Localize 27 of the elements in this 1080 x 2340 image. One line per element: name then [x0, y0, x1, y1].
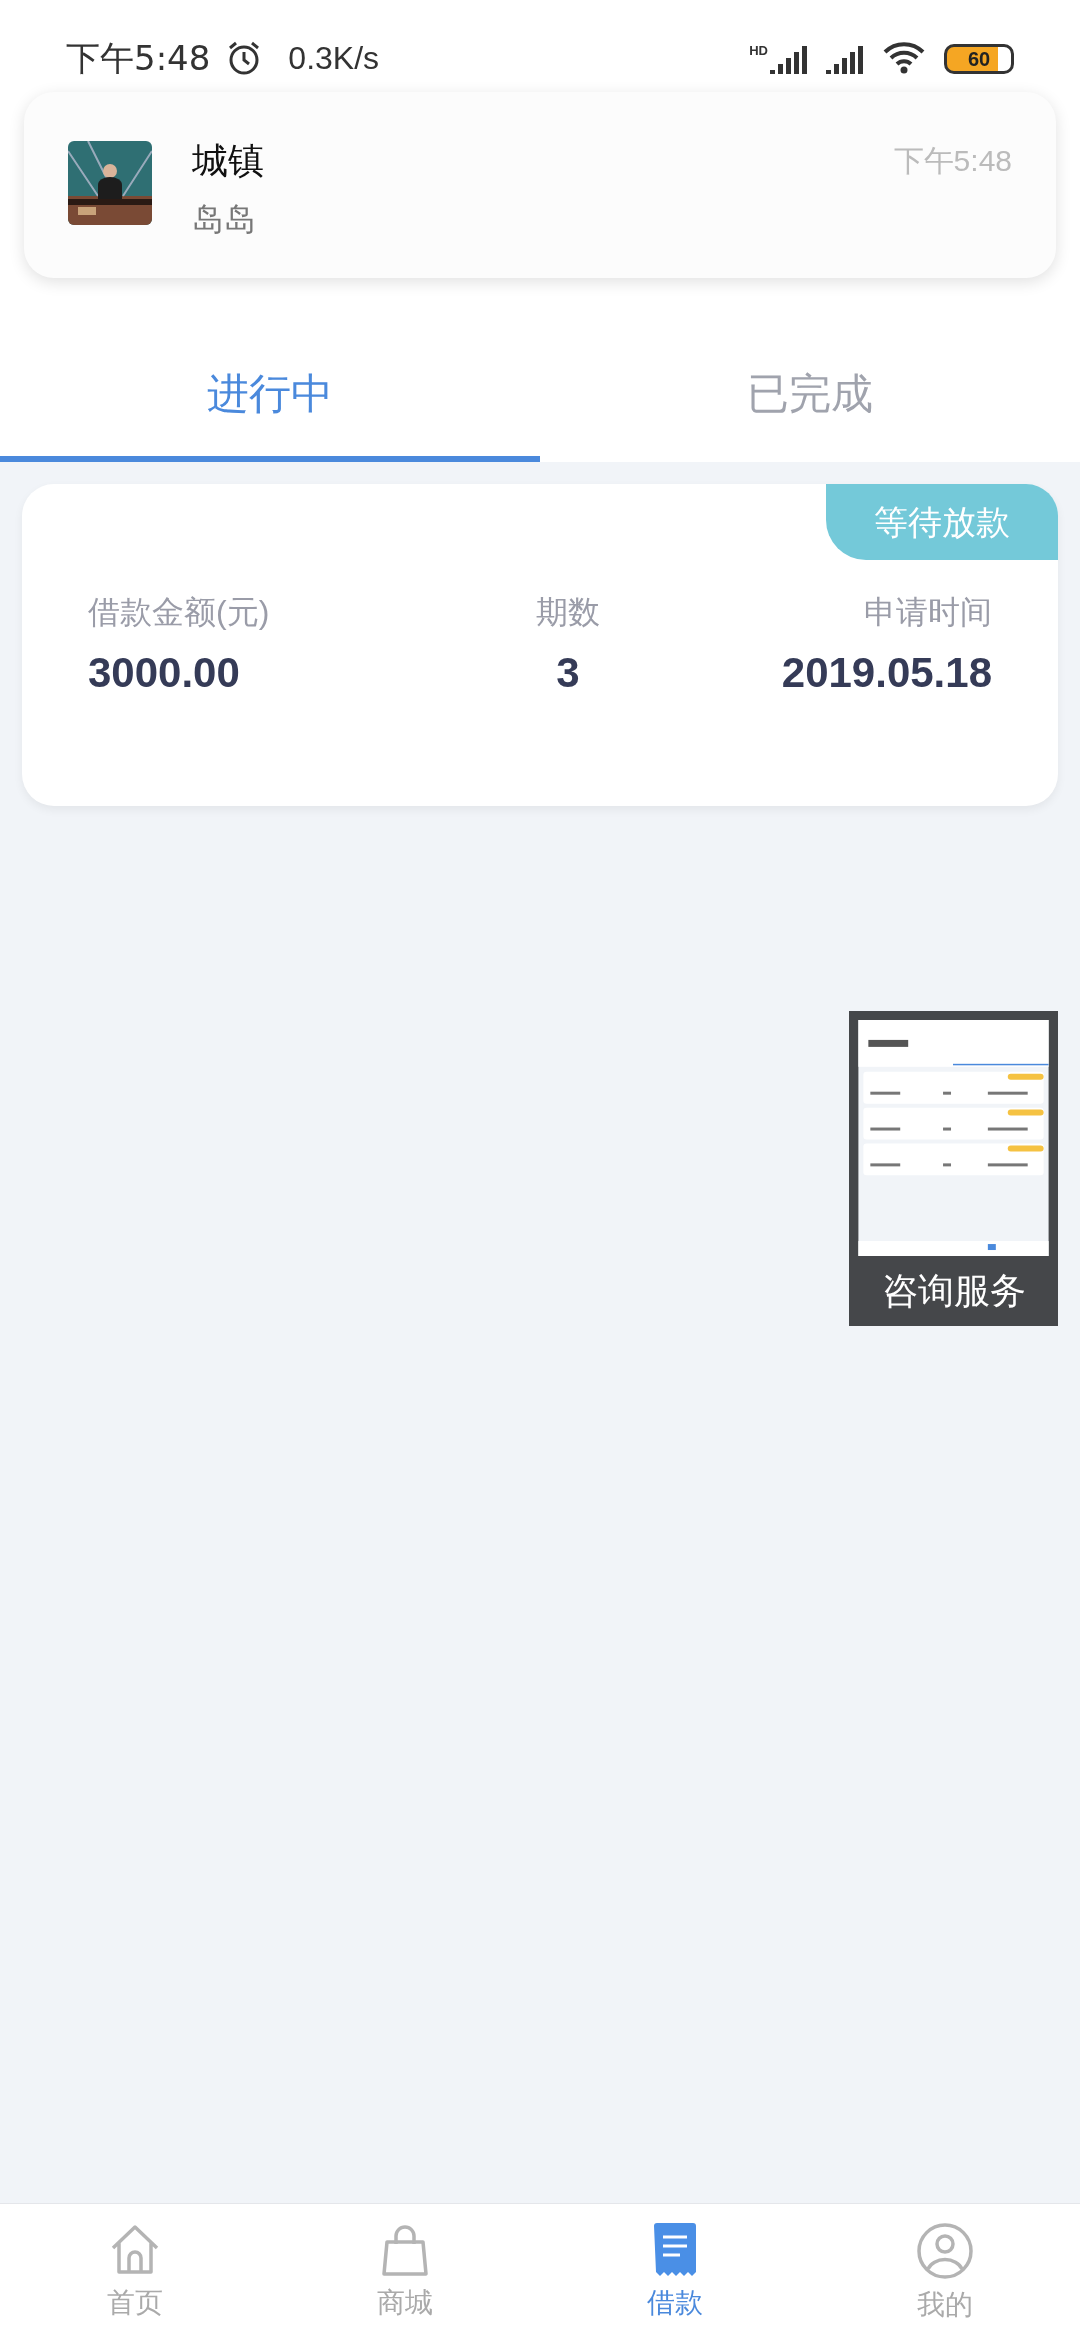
- signal-icon: [826, 44, 864, 74]
- field-label: 申请时间: [864, 593, 992, 632]
- consult-service-button[interactable]: 咨询服务: [881, 1256, 1026, 1326]
- user-icon: [916, 2222, 974, 2280]
- wifi-icon: [882, 40, 926, 74]
- nav-tab[interactable]: 首页: [0, 2204, 270, 2340]
- field-value: 3000.00: [88, 648, 240, 698]
- loan-card[interactable]: 等待放款 借款金额(元) 3000.00 期数 3 申请时间 2019.05.18: [22, 484, 1058, 806]
- status-badge: 等待放款: [826, 484, 1058, 560]
- nav-tab[interactable]: 借款: [540, 2204, 810, 2340]
- field-label: 借款金额(元): [88, 593, 270, 632]
- tab[interactable]: 已完成: [540, 330, 1080, 462]
- network-label: HD: [749, 44, 768, 58]
- network-speed: 0.3K/s: [288, 39, 380, 78]
- notification-title: 城镇: [192, 141, 265, 181]
- field-label: 期数: [536, 593, 600, 632]
- nav-tab[interactable]: 商城: [270, 2204, 540, 2340]
- notification-time: 下午5:48: [893, 143, 1012, 179]
- signal-icon: [770, 44, 808, 74]
- battery-level: 60: [967, 49, 991, 69]
- notification-body: 岛岛: [192, 200, 257, 239]
- tab[interactable]: 进行中: [0, 330, 540, 462]
- field-value: 3: [556, 648, 580, 698]
- status-time: 下午5:48: [66, 38, 211, 78]
- notification-card[interactable]: 城镇 岛岛 下午5:48: [24, 92, 1056, 278]
- field-value: 2019.05.18: [781, 648, 992, 698]
- nav-tab[interactable]: 我的: [810, 2204, 1080, 2340]
